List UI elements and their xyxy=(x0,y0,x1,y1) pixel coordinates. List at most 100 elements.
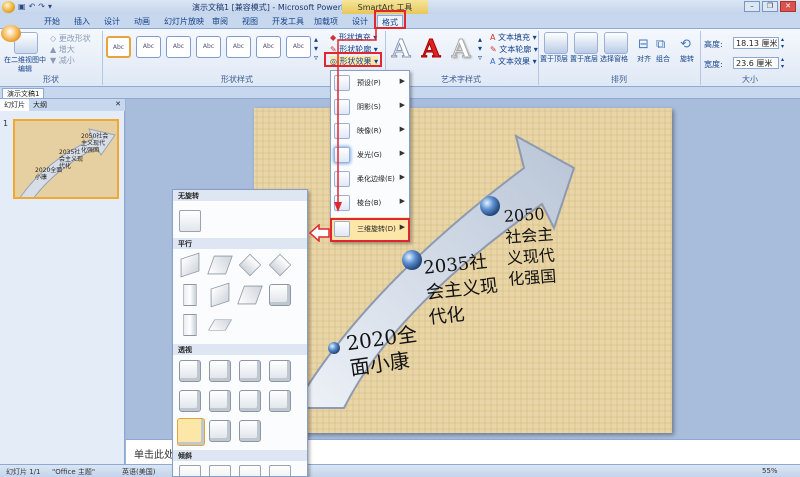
rotation-option[interactable] xyxy=(269,465,291,476)
redo-icon[interactable]: ↷ xyxy=(38,2,45,11)
document-title: 演示文稿1 [兼容模式] - Microsoft PowerPoint xyxy=(192,3,361,12)
smaller-button[interactable]: ▼ 减小 xyxy=(50,55,75,66)
text-outline-button[interactable]: ✎ 文本轮廓 ▾ xyxy=(490,44,538,55)
rotation-option[interactable] xyxy=(239,360,261,382)
edit-2d-button[interactable]: 在二维视图中编辑 xyxy=(4,56,46,74)
rotate-button[interactable]: 旋转 xyxy=(680,54,694,64)
text-fill-label: 文本填充 xyxy=(498,33,531,42)
rotation-option[interactable] xyxy=(209,390,231,412)
minimize-icon[interactable]: – xyxy=(744,1,760,12)
rotation-option[interactable] xyxy=(269,360,291,382)
wordart-style-thumb[interactable]: A xyxy=(448,34,474,64)
align-button[interactable]: 对齐 xyxy=(637,54,651,64)
wordart-style-thumb[interactable]: A xyxy=(388,34,414,64)
slide-canvas[interactable]: 2020全面小康 2035社会主义现代化 2050社会主义现代化强国 xyxy=(254,108,672,433)
tab-developer[interactable]: 开发工具 xyxy=(272,16,304,27)
width-spinner-icon[interactable]: ▴ ▾ xyxy=(781,56,784,70)
text-fill-button[interactable]: A 文本填充 ▾ xyxy=(490,32,537,43)
rotation-option[interactable] xyxy=(179,390,201,412)
section-no-rotation: 无旋转 xyxy=(173,190,307,201)
rotation-option[interactable] xyxy=(179,465,201,476)
shape-style-thumb[interactable]: Abc xyxy=(226,36,251,58)
rotation-option[interactable] xyxy=(179,210,201,232)
tab-view[interactable]: 视图 xyxy=(242,16,258,27)
tab-insert[interactable]: 插入 xyxy=(74,16,90,27)
shape-group-label: 形状 xyxy=(43,75,59,84)
text-outline-icon: ✎ xyxy=(490,45,497,54)
tab-slides[interactable]: 幻灯片 xyxy=(0,99,29,111)
rotation-option[interactable] xyxy=(183,314,197,336)
rotation-option[interactable] xyxy=(239,420,261,442)
selection-pane-button[interactable]: 选择窗格 xyxy=(600,54,628,64)
milestone-2050[interactable]: 2050社会主义现代化强国 xyxy=(503,202,563,290)
send-back-button[interactable]: 置于底层 xyxy=(570,54,598,64)
rotation-option[interactable] xyxy=(239,465,261,476)
chevron-right-icon: ▶ xyxy=(399,197,405,205)
rotation-option[interactable] xyxy=(210,282,230,308)
slide-number: 1 xyxy=(3,119,9,128)
rotation-option[interactable] xyxy=(207,255,233,275)
tab-animation[interactable]: 动画 xyxy=(134,16,150,27)
shape-style-thumb[interactable]: Abc xyxy=(106,36,131,58)
rotation-option[interactable] xyxy=(237,285,263,305)
height-spinner-icon[interactable]: ▴ ▾ xyxy=(781,36,784,50)
milestone-2035[interactable]: 2035社会主义现代化 xyxy=(422,248,501,330)
rotation-option[interactable] xyxy=(209,420,231,442)
gallery-scroll-icon[interactable]: ▴ ▾ ▿ xyxy=(314,35,318,62)
status-language[interactable]: 英语(美国) xyxy=(122,467,155,477)
shape-style-thumb[interactable]: Abc xyxy=(286,36,311,58)
shape-style-thumb[interactable]: Abc xyxy=(196,36,221,58)
rotation-option[interactable] xyxy=(179,360,201,382)
rotation-option[interactable] xyxy=(183,284,197,306)
shape-style-thumb[interactable]: Abc xyxy=(256,36,281,58)
close-icon[interactable]: ✕ xyxy=(780,1,796,12)
restore-icon[interactable]: ❐ xyxy=(762,1,778,12)
tab-slideshow[interactable]: 幻灯片放映 xyxy=(164,16,204,27)
milestone-2020[interactable]: 2020全面小康 xyxy=(345,321,427,381)
chevron-right-icon: ▶ xyxy=(399,77,405,85)
section-perspective: 透视 xyxy=(173,344,307,355)
dropdown-icon[interactable]: ▾ xyxy=(48,2,52,11)
rotation-option[interactable] xyxy=(269,284,291,306)
gallery-scroll-icon[interactable]: ▴ ▾ ▿ xyxy=(478,35,482,62)
rotation-option[interactable] xyxy=(180,252,200,278)
save-icon[interactable]: ▣ xyxy=(18,2,26,11)
wordart-style-thumb[interactable]: A xyxy=(418,34,444,64)
arrow-left-icon xyxy=(309,224,330,242)
slide-thumbnail[interactable]: 2020全面小康 2035社会主义现代化 2050社会主义现代化强国 xyxy=(13,119,119,199)
status-zoom[interactable]: 55% xyxy=(762,467,778,475)
rotation-option-selected[interactable] xyxy=(177,418,205,446)
status-theme: "Office 主题" xyxy=(52,468,96,476)
shape-style-thumb[interactable]: Abc xyxy=(136,36,161,58)
text-effects-button[interactable]: A 文本效果 ▾ xyxy=(490,56,537,67)
tab-home[interactable]: 开始 xyxy=(44,16,60,27)
document-tab[interactable]: 演示文稿1 xyxy=(2,88,45,99)
chevron-right-icon: ▶ xyxy=(399,101,405,109)
close-icon[interactable]: ✕ xyxy=(111,99,125,111)
text-effects-icon: A xyxy=(490,57,496,66)
rotation-option[interactable] xyxy=(239,390,261,412)
tab-design[interactable]: 设计 xyxy=(104,16,120,27)
chevron-right-icon: ▶ xyxy=(399,149,405,157)
tab-review[interactable]: 审阅 xyxy=(212,16,228,27)
width-field[interactable]: 23.6 厘米 xyxy=(733,57,779,69)
rotation-option[interactable] xyxy=(268,253,292,277)
shape-style-thumb[interactable]: Abc xyxy=(166,36,191,58)
rotation-option[interactable] xyxy=(238,253,262,277)
change-shape-button[interactable]: ◇ 更改形状 xyxy=(50,33,91,44)
rotation-option[interactable] xyxy=(209,360,231,382)
office-button[interactable] xyxy=(1,25,21,42)
height-field[interactable]: 18.13 厘米 xyxy=(733,37,779,49)
rotation-option[interactable] xyxy=(208,319,232,331)
width-label: 宽度: xyxy=(704,60,723,69)
rotation-option[interactable] xyxy=(209,465,231,476)
slides-pane: 幻灯片 大纲 ✕ 1 2020全面小康 2035社会主义现代化 2050社会主义… xyxy=(0,99,125,464)
text-fill-icon: A xyxy=(490,33,496,42)
bring-front-button[interactable]: 置于顶层 xyxy=(540,54,568,64)
rotation-option[interactable] xyxy=(269,390,291,412)
tab-outline[interactable]: 大纲 xyxy=(29,99,51,111)
group-button[interactable]: 组合 xyxy=(656,54,670,64)
larger-button[interactable]: ▲ 增大 xyxy=(50,44,75,55)
undo-icon[interactable]: ↶ xyxy=(29,2,36,11)
office-logo-icon[interactable] xyxy=(2,1,15,13)
